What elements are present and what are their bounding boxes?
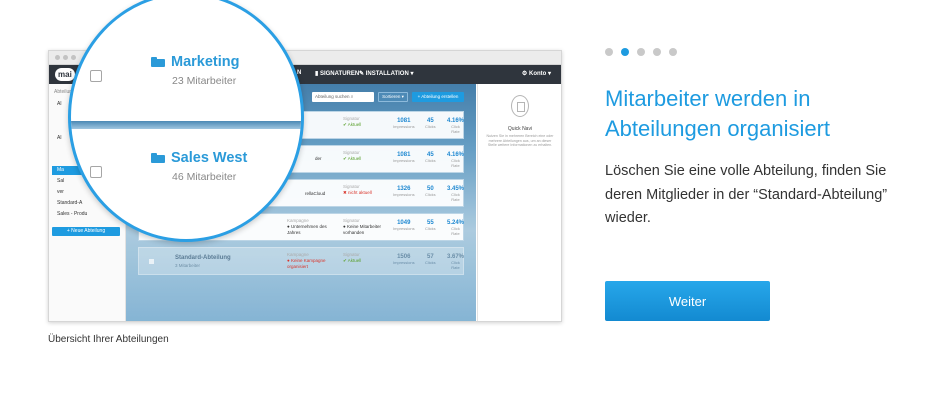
- click-rate-label: Click Rate: [451, 192, 460, 202]
- quick-navi-title: Quick Navi: [507, 126, 533, 132]
- click-rate-stat: 3.67% Click Rate: [447, 254, 464, 270]
- click-rate-stat: 4.16% Click Rate: [447, 118, 464, 134]
- quick-navi-icon: [511, 95, 529, 117]
- pager-dot[interactable]: [605, 48, 613, 56]
- clicks-stat: 45 Clicks: [425, 118, 436, 129]
- folder-icon: [151, 153, 165, 163]
- click-rate-label: Click Rate: [451, 226, 460, 236]
- clicks-label: Clicks: [425, 226, 436, 231]
- clicks-stat: 55 Clicks: [425, 220, 436, 231]
- nav-item-partial[interactable]: N: [297, 70, 301, 76]
- search-icon: ⌕: [350, 94, 354, 99]
- nav-installation-label: INSTALLATION: [365, 71, 409, 77]
- signature-cell: Signatur ✔ Aktuell: [343, 252, 393, 264]
- sort-label: Sortieren: [382, 94, 401, 99]
- magnifier-zoom: Marketing 23 Mitarbeiter Sales West 46 M…: [68, 0, 304, 242]
- window-dot-icon: [71, 55, 76, 60]
- campaign-cell: Kampagne ● Unternehmen des Jahres: [287, 218, 339, 236]
- window-dot-icon: [55, 55, 60, 60]
- screenshot-caption: Übersicht Ihrer Abteilungen: [48, 334, 169, 345]
- signature-cell: Signatur ● Keine Mitarbeiter vorhanden: [343, 218, 393, 236]
- department-member-count: 46 Mitarbeiter: [172, 171, 237, 183]
- signature-cell: Signatur ✔ Aktuell: [343, 150, 393, 162]
- clicks-stat: 57 Clicks: [425, 254, 436, 265]
- checkbox-icon[interactable]: [149, 259, 154, 264]
- impressions-label: Impressions: [393, 158, 415, 163]
- click-rate-stat: 5.24% Click Rate: [447, 220, 464, 236]
- clicks-stat: 50 Clicks: [425, 186, 436, 197]
- clicks-label: Clicks: [425, 192, 436, 197]
- department-member-count: 3 Mitarbeiter: [175, 263, 201, 268]
- signature-status: Aktuell: [347, 122, 362, 127]
- click-rate-label: Click Rate: [451, 260, 460, 270]
- next-button[interactable]: Weiter: [605, 281, 770, 321]
- add-department-button[interactable]: + Neue Abteilung: [52, 227, 120, 236]
- nav-item-signaturen[interactable]: ▮ SIGNATUREN: [315, 70, 359, 77]
- click-rate-stat: 4.16% Click Rate: [447, 152, 464, 168]
- impressions-stat: 1081 Impressions: [393, 118, 415, 129]
- clicks-label: Clicks: [425, 260, 436, 265]
- click-rate-stat: 3.45% Click Rate: [447, 186, 464, 202]
- pager-dot-active[interactable]: [621, 48, 629, 56]
- impressions-label: Impressions: [393, 192, 415, 197]
- clicks-label: Clicks: [425, 124, 436, 129]
- campaign-name: Unternehmen des Jahres: [287, 224, 327, 235]
- clicks-label: Clicks: [425, 158, 436, 163]
- department-search-input[interactable]: Abteilung suchen ⌕: [312, 92, 374, 102]
- signature-status: nicht aktuell: [348, 190, 372, 195]
- department-row-standard[interactable]: Standard-Abteilung 3 Mitarbeiter Kampagn…: [138, 247, 464, 275]
- checkbox-icon[interactable]: [90, 166, 102, 178]
- pager-dot[interactable]: [669, 48, 677, 56]
- gear-icon: ⚙: [521, 71, 528, 77]
- folder-icon: [151, 57, 165, 67]
- create-department-button[interactable]: + Abteilung erstellen: [412, 92, 464, 102]
- quick-navi-panel: Quick Navi Nutzen Sie in mehreren Bereic…: [477, 84, 561, 321]
- impressions-stat: 1326 Impressions: [393, 186, 415, 197]
- pager-dot[interactable]: [637, 48, 645, 56]
- department-member-count: 23 Mitarbeiter: [172, 75, 237, 87]
- quick-navi-text: Nutzen Sie in mehreren Bereich eine oder…: [486, 134, 554, 148]
- campaign-cell: Kampagne ● Keine Kampagne organisiert: [287, 252, 339, 270]
- department-name: Sales West: [171, 150, 248, 166]
- nav-konto-label: Konto: [528, 71, 547, 77]
- checkbox-icon[interactable]: [90, 70, 102, 82]
- signature-status: Aktuell: [347, 258, 362, 263]
- signature-status: Keine Mitarbeiter vorhanden: [343, 224, 381, 235]
- campaign-name: Keine Kampagne organisiert: [287, 258, 326, 269]
- nav-signaturen-label: SIGNATUREN: [319, 71, 360, 77]
- divider: [71, 121, 301, 129]
- impressions-stat: 1506 Impressions: [393, 254, 415, 265]
- signature-cell: Signatur ✔ Aktuell: [343, 116, 393, 128]
- sort-button[interactable]: Sortieren ▾: [378, 92, 408, 102]
- click-rate-label: Click Rate: [451, 158, 460, 168]
- pager-dot[interactable]: [653, 48, 661, 56]
- signature-cell: Signatur ✖ nicht aktuell: [343, 184, 393, 196]
- slide-body-text: Löschen Sie eine volle Abteilung, finden…: [605, 163, 888, 226]
- signature-status: Aktuell: [347, 156, 362, 161]
- app-logo: mai: [55, 68, 75, 81]
- impressions-stat: 1081 Impressions: [393, 152, 415, 163]
- search-placeholder: Abteilung suchen: [315, 94, 350, 99]
- impressions-label: Impressions: [393, 226, 415, 231]
- window-dot-icon: [63, 55, 68, 60]
- department-name: Marketing: [171, 54, 240, 70]
- impressions-stat: 1049 Impressions: [393, 220, 415, 231]
- nav-item-konto[interactable]: ⚙ Konto ▾: [522, 70, 551, 77]
- click-rate-label: Click Rate: [451, 124, 460, 134]
- impressions-label: Impressions: [393, 260, 415, 265]
- impressions-label: Impressions: [393, 124, 415, 129]
- department-name: Standard-Abteilung: [175, 255, 231, 261]
- slide-headline: Mitarbeiter werden in Abteilungen organi…: [605, 86, 831, 141]
- nav-item-installation[interactable]: ✎ INSTALLATION ▾: [359, 70, 414, 77]
- clicks-stat: 45 Clicks: [425, 152, 436, 163]
